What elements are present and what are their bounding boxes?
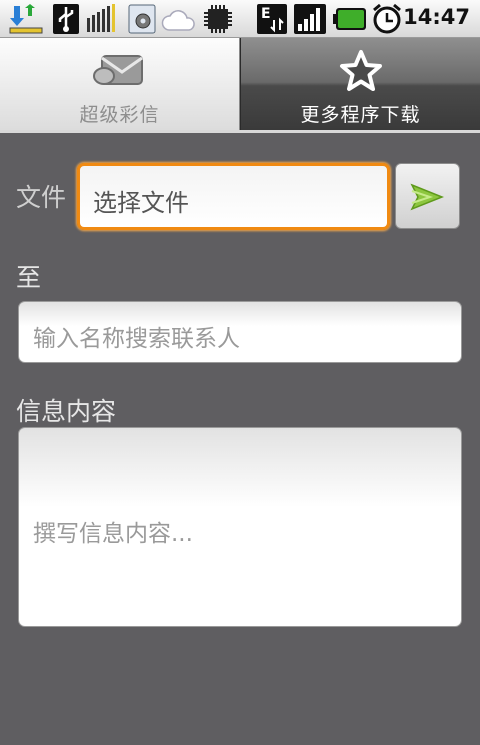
tab-more-downloads[interactable]: 更多程序下载 xyxy=(241,38,480,130)
network-type-text: E xyxy=(261,6,271,22)
signal-strength-icon xyxy=(87,4,115,32)
send-button[interactable] xyxy=(395,163,460,229)
download-icon xyxy=(9,4,43,34)
tab-super-mms[interactable]: 超级彩信 xyxy=(0,38,240,130)
star-icon xyxy=(339,50,382,91)
usb-icon xyxy=(53,4,79,34)
message-content-textarea[interactable]: 撰写信息内容... xyxy=(18,427,462,627)
tab-label: 更多程序下载 xyxy=(300,104,421,126)
send-arrow-icon xyxy=(410,183,445,211)
tab-label: 超级彩信 xyxy=(79,104,160,126)
status-bar: E 14:47 xyxy=(0,0,480,38)
message-placeholder: 撰写信息内容... xyxy=(33,521,193,547)
recipient-placeholder: 输入名称搜索联系人 xyxy=(33,326,240,352)
recipient-label: 至 xyxy=(16,263,42,292)
battery-icon xyxy=(333,8,366,30)
mms-envelope-icon xyxy=(92,55,143,85)
chip-icon xyxy=(204,5,232,33)
file-select-input[interactable]: 选择文件 xyxy=(77,163,390,230)
alarm-icon xyxy=(373,3,401,34)
cloud-icon xyxy=(161,10,195,31)
message-content-label: 信息内容 xyxy=(16,397,117,426)
file-placeholder: 选择文件 xyxy=(93,189,189,217)
recipient-search-input[interactable]: 输入名称搜索联系人 xyxy=(18,301,462,363)
file-label: 文件 xyxy=(16,183,67,212)
cell-signal-icon xyxy=(294,4,326,34)
tab-divider xyxy=(0,130,480,133)
clock: 14:47 xyxy=(403,5,470,29)
edge-data-icon: E xyxy=(257,4,287,34)
settings-icon xyxy=(128,4,156,34)
tab-bar: 超级彩信 更多程序下载 xyxy=(0,38,480,132)
